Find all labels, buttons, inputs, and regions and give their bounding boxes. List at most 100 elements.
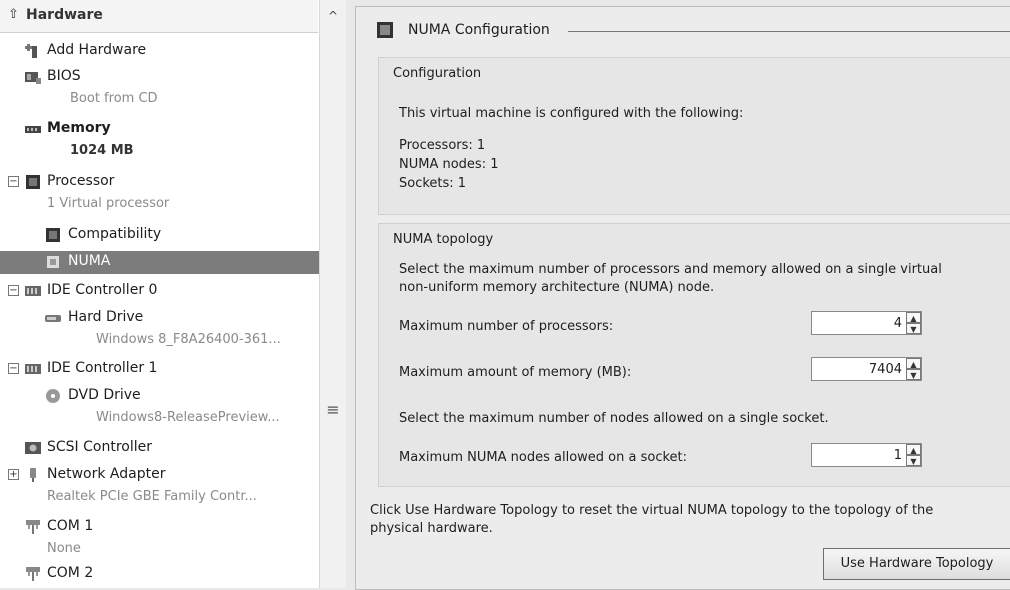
tree-item-add-hardware[interactable]: Add Hardware <box>0 40 319 62</box>
configuration-heading: Configuration <box>393 66 482 81</box>
tree-item-ide-controller-0[interactable]: − IDE Controller 0 <box>0 280 319 302</box>
stepper-arrows[interactable]: ▲ ▼ <box>906 357 922 381</box>
numa-topology-heading: NUMA topology <box>393 232 494 247</box>
tree-item-ide-controller-1[interactable]: − IDE Controller 1 <box>0 358 319 380</box>
stepper-down-icon[interactable]: ▼ <box>906 455 921 466</box>
processor-icon <box>47 256 59 268</box>
max-processors-stepper[interactable]: 4 ▲ ▼ <box>811 311 929 337</box>
use-hardware-topology-button[interactable]: Use Hardware Topology <box>823 548 1010 580</box>
ide-controller-icon <box>25 286 41 296</box>
tree-item-com-2[interactable]: COM 2 <box>0 563 319 585</box>
configuration-intro: This virtual machine is configured with … <box>399 106 744 121</box>
stepper-down-icon[interactable]: ▼ <box>906 369 921 380</box>
numa-topology-description-2: non-uniform memory architecture (NUMA) n… <box>399 280 715 295</box>
tree-item-sublabel: Boot from CD <box>70 91 158 106</box>
collapse-expander-icon[interactable]: − <box>8 285 19 296</box>
tree-item-label: COM 1 <box>47 518 94 534</box>
max-processors-input[interactable]: 4 <box>811 311 907 335</box>
tree-item-memory[interactable]: Memory <box>0 118 319 140</box>
tree-item-numa[interactable]: NUMA <box>0 251 319 274</box>
processor-icon <box>26 175 40 189</box>
processor-icon <box>377 22 393 38</box>
collapse-chevron-icon[interactable]: ⇧ <box>8 7 19 22</box>
stepper-arrows[interactable]: ▲ ▼ <box>906 443 922 467</box>
title-divider <box>568 31 1010 32</box>
numa-nodes-count: NUMA nodes: 1 <box>399 157 499 172</box>
memory-icon <box>25 126 41 133</box>
collapse-expander-icon[interactable]: − <box>8 176 19 187</box>
hardware-tree-pane: ⇧ Hardware Add Hardware BIOS Boot from C… <box>0 0 346 588</box>
numa-topology-group: NUMA topology Select the maximum number … <box>378 223 1010 487</box>
tree-item-dvd-drive-detail: Windows8-ReleasePreview... <box>0 407 319 429</box>
tree-item-sublabel: None <box>47 541 81 556</box>
processor-icon <box>46 228 60 242</box>
collapse-expander-icon[interactable]: − <box>8 363 19 374</box>
add-hardware-icon <box>25 44 37 58</box>
tree-item-scsi-controller[interactable]: SCSI Controller <box>0 437 319 459</box>
stepper-down-icon[interactable]: ▼ <box>906 323 921 334</box>
network-adapter-icon <box>30 468 36 482</box>
tree-header[interactable]: ⇧ Hardware <box>0 0 318 33</box>
max-memory-label: Maximum amount of memory (MB): <box>399 365 632 380</box>
tree-item-sublabel: 1 Virtual processor <box>47 196 170 211</box>
max-nodes-input[interactable]: 1 <box>811 443 907 467</box>
stepper-up-icon[interactable]: ▲ <box>906 358 921 369</box>
max-memory-input[interactable]: 7404 <box>811 357 907 381</box>
max-memory-stepper[interactable]: 7404 ▲ ▼ <box>811 357 929 383</box>
tree-item-label: Memory <box>47 120 111 136</box>
scsi-controller-icon <box>25 442 41 454</box>
expand-expander-icon[interactable]: + <box>8 469 19 480</box>
tree-item-label: DVD Drive <box>68 387 141 403</box>
scroll-grip-icon[interactable]: ≡ <box>320 400 346 419</box>
tree-item-label: IDE Controller 0 <box>47 282 158 298</box>
nodes-description: Select the maximum number of nodes allow… <box>399 411 829 426</box>
tree-item-label: Compatibility <box>68 226 162 242</box>
tree-header-title: Hardware <box>26 7 103 23</box>
tree-item-memory-detail: 1024 MB <box>0 140 319 162</box>
tree-item-dvd-drive[interactable]: DVD Drive <box>0 385 319 407</box>
tree-item-compatibility[interactable]: Compatibility <box>0 224 319 246</box>
tree-item-hard-drive-detail: Windows 8_F8A26400-361... <box>0 329 319 351</box>
tree-item-label: Add Hardware <box>47 42 147 58</box>
configuration-group: Configuration This virtual machine is co… <box>378 57 1010 215</box>
stepper-up-icon[interactable]: ▲ <box>906 312 921 323</box>
tree-item-sublabel: 1024 MB <box>70 143 134 158</box>
dvd-disc-icon <box>46 389 60 403</box>
tree-item-label: Hard Drive <box>68 309 144 325</box>
tree-item-processor[interactable]: − Processor <box>0 171 319 193</box>
stepper-up-icon[interactable]: ▲ <box>906 444 921 455</box>
tree-item-sublabel: Windows 8_F8A26400-361... <box>96 332 281 347</box>
numa-topology-description: Select the maximum number of processors … <box>399 262 942 277</box>
reset-description-2: physical hardware. <box>370 521 493 536</box>
tree-item-sublabel: Windows8-ReleasePreview... <box>96 410 280 425</box>
scroll-up-icon[interactable]: ^ <box>320 0 346 32</box>
hard-drive-icon <box>45 315 61 322</box>
tree-item-label: NUMA <box>68 253 111 269</box>
max-processors-label: Maximum number of processors: <box>399 319 614 334</box>
bios-chip-icon <box>25 72 41 84</box>
tree-item-label: IDE Controller 1 <box>47 360 158 376</box>
sockets-count: Sockets: 1 <box>399 176 467 191</box>
tree-item-sublabel: Realtek PCIe GBE Family Contr... <box>47 489 257 504</box>
tree-item-label: Processor <box>47 173 115 189</box>
tree-item-label: Network Adapter <box>47 466 166 482</box>
tree-item-bios-detail: Boot from CD <box>0 88 319 110</box>
com-port-icon <box>26 567 40 581</box>
processors-count: Processors: 1 <box>399 138 486 153</box>
tree-item-network-adapter-detail: Realtek PCIe GBE Family Contr... <box>0 486 319 508</box>
tree-item-bios[interactable]: BIOS <box>0 66 319 88</box>
tree-item-network-adapter[interactable]: + Network Adapter <box>0 464 319 486</box>
max-nodes-label: Maximum NUMA nodes allowed on a socket: <box>399 450 688 465</box>
tree-item-label: COM 2 <box>47 565 94 581</box>
tree-item-hard-drive[interactable]: Hard Drive <box>0 307 319 329</box>
tree-item-processor-detail: 1 Virtual processor <box>0 193 319 215</box>
settings-panel: NUMA Configuration Configuration This vi… <box>355 6 1010 590</box>
tree-item-com-1[interactable]: COM 1 <box>0 516 319 538</box>
com-port-icon <box>26 520 40 534</box>
tree-item-com-1-detail: None <box>0 538 319 560</box>
tree-item-label: SCSI Controller <box>47 439 152 455</box>
panel-title: NUMA Configuration <box>408 22 550 38</box>
max-nodes-stepper[interactable]: 1 ▲ ▼ <box>811 443 929 469</box>
stepper-arrows[interactable]: ▲ ▼ <box>906 311 922 335</box>
tree-scrollbar[interactable]: ^ ≡ <box>319 0 346 588</box>
